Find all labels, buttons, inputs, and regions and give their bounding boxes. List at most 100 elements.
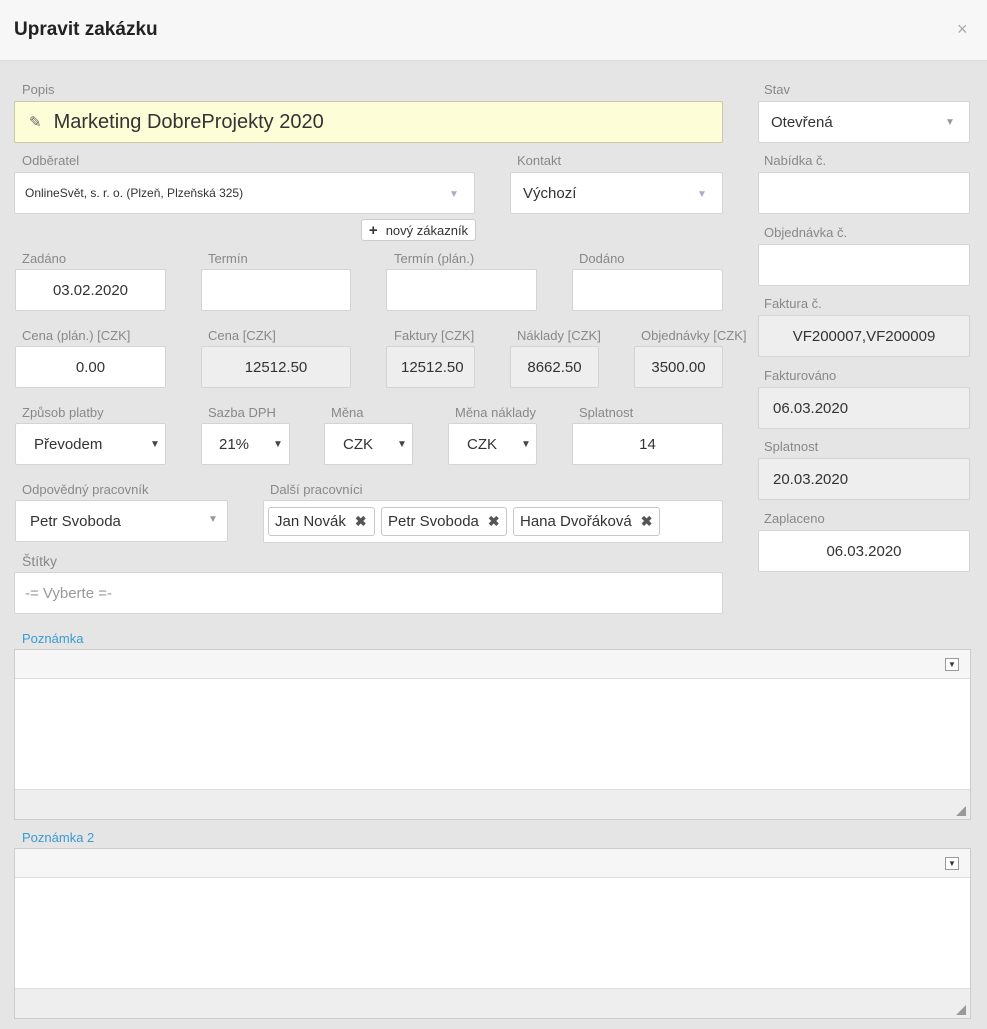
objednavky-label: Objednávky [CZK] (641, 328, 747, 343)
kontakt-value: Výchozí (523, 184, 577, 202)
kontakt-select[interactable]: Výchozí (510, 172, 723, 214)
splatnost-datum-field: 20.03.2020 (758, 458, 970, 500)
remove-icon[interactable]: ✖ (488, 513, 500, 530)
naklady-label: Náklady [CZK] (517, 328, 601, 343)
odberatel-label: Odběratel (22, 153, 80, 168)
stitky-input[interactable]: -= Vyberte =- (14, 572, 723, 614)
odberatel-select[interactable]: OnlineSvět, s. r. o. (Plzeň, Plzeňská 32… (14, 172, 475, 214)
splatnost-dny-value: 14 (639, 435, 656, 453)
objednavky-value: 3500.00 (651, 358, 706, 376)
stitky-label: Štítky (22, 553, 58, 569)
splatnost-dny-input[interactable]: 14 (572, 423, 723, 465)
remove-icon[interactable]: ✖ (641, 513, 653, 530)
nabidka-label: Nabídka č. (764, 153, 827, 168)
cena-value: 12512.50 (244, 358, 308, 376)
fakturovano-field: 06.03.2020 (758, 387, 970, 429)
resize-handle-icon[interactable] (956, 1005, 966, 1015)
mena-naklady-label: Měna náklady (455, 405, 536, 420)
nabidka-input[interactable] (758, 172, 970, 214)
fakturovano-value: 06.03.2020 (773, 399, 849, 417)
toolbar-dropdown-icon[interactable]: ▼ (945, 658, 959, 671)
cena-plan-value: 0.00 (75, 358, 106, 376)
objednavky-field: 3500.00 (634, 346, 723, 388)
stav-select[interactable]: Otevřená (758, 101, 970, 143)
naklady-field: 8662.50 (510, 346, 599, 388)
odberatel-chevron-down-icon: ▼ (449, 189, 459, 200)
objednavka-input[interactable] (758, 244, 970, 286)
termin-input[interactable] (201, 269, 351, 311)
worker-tag: Petr Svoboda ✖ (381, 507, 507, 536)
termin-label: Termín (208, 251, 248, 266)
odpovedny-value: Petr Svoboda (30, 512, 121, 530)
faktura-c-label: Faktura č. (764, 296, 822, 311)
zadano-input[interactable]: 03.02.2020 (15, 269, 166, 311)
close-icon[interactable]: × (957, 19, 968, 40)
cena-plan-input[interactable]: 0.00 (15, 346, 166, 388)
zpusob-platby-label: Způsob platby (22, 405, 104, 420)
mena-chevron-down-icon: ▼ (397, 439, 407, 450)
faktura-c-value: VF200007,VF200009 (792, 327, 936, 345)
odpovedny-chevron-down-icon: ▼ (208, 514, 218, 525)
odberatel-value: OnlineSvět, s. r. o. (Plzeň, Plzeňská 32… (25, 186, 244, 200)
plus-icon: + (368, 221, 378, 239)
objednavka-label: Objednávka č. (764, 225, 848, 240)
cena-plan-label: Cena (plán.) [CZK] (22, 328, 131, 343)
resize-handle-icon[interactable] (956, 806, 966, 816)
termin-plan-label: Termín (plán.) (394, 251, 475, 266)
dalsi-label: Další pracovníci (270, 482, 363, 497)
poznamka-label: Poznámka (22, 631, 84, 646)
odpovedny-select[interactable]: Petr Svoboda (15, 500, 228, 542)
editor-statusbar (15, 789, 970, 819)
zpusob-platby-select[interactable]: Převodem (15, 423, 166, 465)
stav-label: Stav (764, 82, 791, 97)
new-customer-label: nový zákazník (385, 222, 469, 238)
mena-value: CZK (343, 435, 373, 453)
dialog-header: Upravit zakázku × (0, 0, 987, 61)
zadano-label: Zadáno (22, 251, 67, 266)
odpovedny-label: Odpovědný pracovník (22, 482, 149, 497)
worker-tag: Hana Dvořáková ✖ (513, 507, 660, 536)
dodano-input[interactable] (572, 269, 723, 311)
naklady-value: 8662.50 (527, 358, 582, 376)
mena-naklady-value: CZK (467, 435, 497, 453)
sazba-dph-chevron-down-icon: ▼ (273, 439, 283, 450)
poznamka-editor: ▼ (14, 649, 971, 820)
zaplaceno-label: Zaplaceno (764, 511, 825, 526)
stav-chevron-down-icon: ▼ (945, 117, 955, 128)
worker-tag-label: Jan Novák (275, 513, 346, 530)
zpusob-platby-chevron-down-icon: ▼ (150, 439, 160, 450)
fakturovano-label: Fakturováno (764, 368, 837, 383)
popis-input[interactable]: ✎ Marketing DobreProjekty 2020 (14, 101, 723, 143)
poznamka-textarea[interactable] (15, 679, 970, 789)
splatnost-dny-label: Splatnost (579, 405, 634, 420)
popis-value: Marketing DobreProjekty 2020 (53, 110, 324, 133)
sazba-dph-value: 21% (219, 435, 250, 453)
splatnost-datum-label: Splatnost (764, 439, 819, 454)
termin-plan-input[interactable] (386, 269, 537, 311)
popis-label: Popis (22, 82, 55, 97)
poznamka2-editor: ▼ (14, 848, 971, 1019)
toolbar-dropdown-icon[interactable]: ▼ (945, 857, 959, 870)
editor-toolbar: ▼ (15, 849, 970, 878)
editor-statusbar (15, 988, 970, 1018)
poznamka2-label: Poznámka 2 (22, 830, 95, 845)
remove-icon[interactable]: ✖ (355, 513, 367, 530)
mena-label: Měna (331, 405, 364, 420)
zaplaceno-value: 06.03.2020 (826, 542, 902, 560)
poznamka2-textarea[interactable] (15, 878, 970, 988)
dodano-label: Dodáno (579, 251, 625, 266)
new-customer-button[interactable]: + nový zákazník (361, 219, 476, 241)
zadano-value: 03.02.2020 (52, 281, 129, 299)
worker-tag: Jan Novák ✖ (268, 507, 375, 536)
faktury-value: 12512.50 (401, 358, 464, 376)
dialog-title: Upravit zakázku (14, 19, 158, 40)
faktury-label: Faktury [CZK] (394, 328, 475, 343)
kontakt-chevron-down-icon: ▼ (697, 189, 707, 200)
faktura-c-field: VF200007,VF200009 (758, 315, 970, 357)
kontakt-label: Kontakt (517, 153, 562, 168)
stav-value: Otevřená (771, 113, 833, 131)
editor-toolbar: ▼ (15, 650, 970, 679)
zaplaceno-input[interactable]: 06.03.2020 (758, 530, 970, 572)
worker-tag-label: Petr Svoboda (388, 513, 479, 530)
worker-tag-label: Hana Dvořáková (520, 513, 632, 530)
